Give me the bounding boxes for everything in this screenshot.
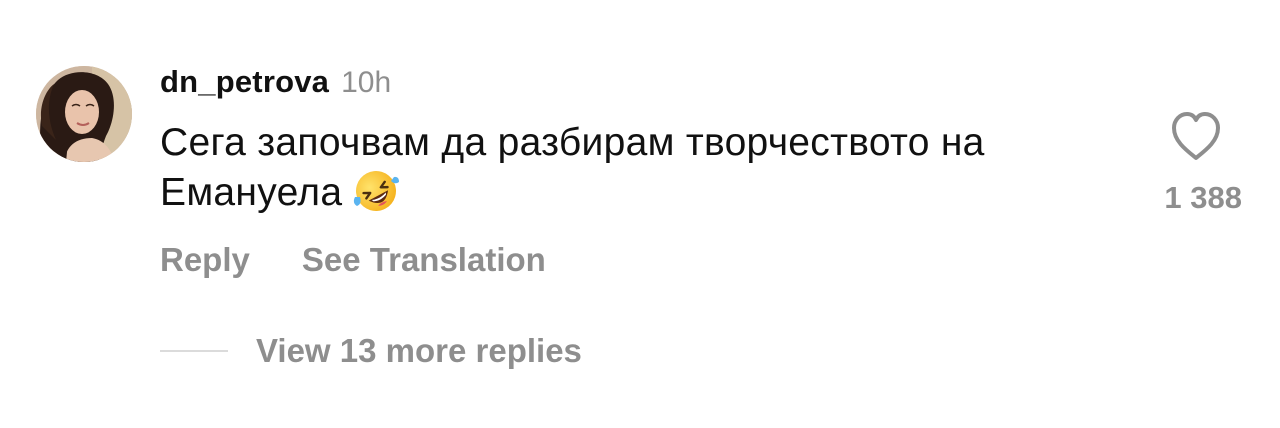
comment-text: Сега започвам да разбирам творчеството н… <box>160 119 1120 217</box>
comment-item: dn_petrova 10h Сега започвам да разбирам… <box>0 0 1280 428</box>
replies-divider-line <box>160 350 228 352</box>
like-button[interactable] <box>1164 104 1228 168</box>
comment-text-line2: Емануела <box>160 171 343 214</box>
comment-actions: Reply See Translation <box>160 236 546 284</box>
avatar[interactable] <box>36 66 132 162</box>
timestamp: 10h <box>341 66 392 99</box>
reply-button[interactable]: Reply <box>160 241 250 279</box>
rolling-on-the-floor-laughing-emoji-icon <box>352 167 400 215</box>
comment-header: dn_petrova 10h <box>160 64 391 104</box>
view-more-replies-label: View 13 more replies <box>256 332 582 369</box>
view-more-replies-button[interactable]: View 13 more replies <box>160 328 582 374</box>
heart-outline-icon <box>1172 112 1220 160</box>
username[interactable]: dn_petrova <box>160 64 329 100</box>
avatar-photo-icon <box>36 66 132 162</box>
like-count: 1 388 <box>1164 180 1242 215</box>
see-translation-button[interactable]: See Translation <box>302 241 546 279</box>
comment-text-line1: Сега започвам да разбирам творчеството н… <box>160 121 985 164</box>
